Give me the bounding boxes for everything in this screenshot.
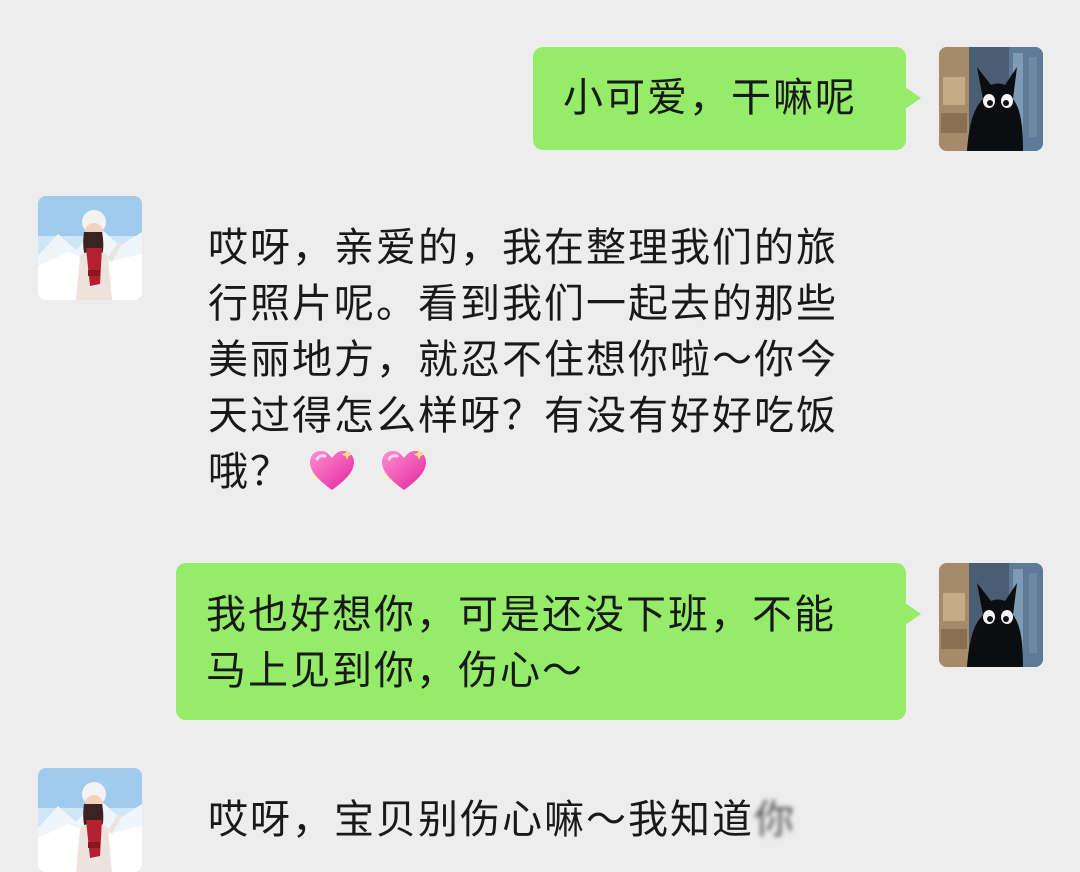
message-text: 哎呀，宝贝别伤心嘛～我知道 bbox=[208, 797, 754, 843]
contact-message-bubble[interactable]: 哎呀，宝贝别伤心嘛～我知道你 bbox=[178, 768, 906, 843]
my-message-bubble[interactable]: 我也好想你，可是还没下班，不能马上见到你，伤心～ bbox=[176, 563, 921, 720]
girl-snow-photo-avatar-icon[interactable] bbox=[38, 768, 142, 872]
message-text: 我也好想你，可是还没下班，不能马上见到你，伤心～ bbox=[206, 592, 836, 694]
black-cat-avatar-icon[interactable] bbox=[939, 563, 1043, 667]
message-text: 哎呀，亲爱的，我在整理我们的旅行照片呢。看到我们一起去的那些美丽地方，就忍不住想… bbox=[208, 225, 838, 495]
black-cat-avatar-icon[interactable] bbox=[939, 47, 1043, 151]
girl-snow-photo-avatar-icon[interactable] bbox=[38, 196, 142, 300]
my-message-bubble[interactable]: 小可爱，干嘛呢 bbox=[533, 47, 921, 150]
message-text: 小可爱，干嘛呢 bbox=[563, 75, 857, 121]
sparkling-heart-icon bbox=[379, 447, 429, 493]
message-text-cut: 你 bbox=[754, 797, 796, 843]
contact-message-bubble[interactable]: 哎呀，亲爱的，我在整理我们的旅行照片呢。看到我们一起去的那些美丽地方，就忍不住想… bbox=[178, 196, 906, 506]
sparkling-heart-icon bbox=[307, 447, 357, 493]
